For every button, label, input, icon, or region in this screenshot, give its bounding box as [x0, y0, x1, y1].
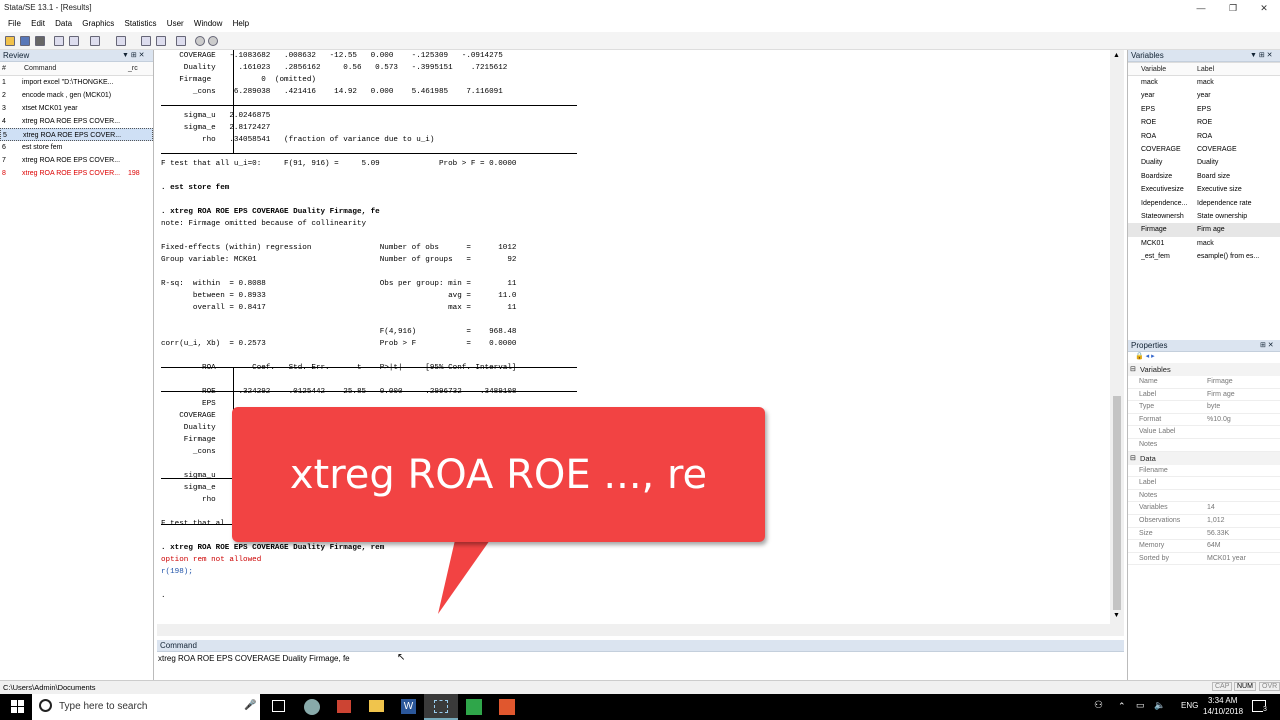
callout-text: xtreg ROA ROE ..., re: [289, 452, 708, 498]
callout-tail: [438, 540, 490, 614]
